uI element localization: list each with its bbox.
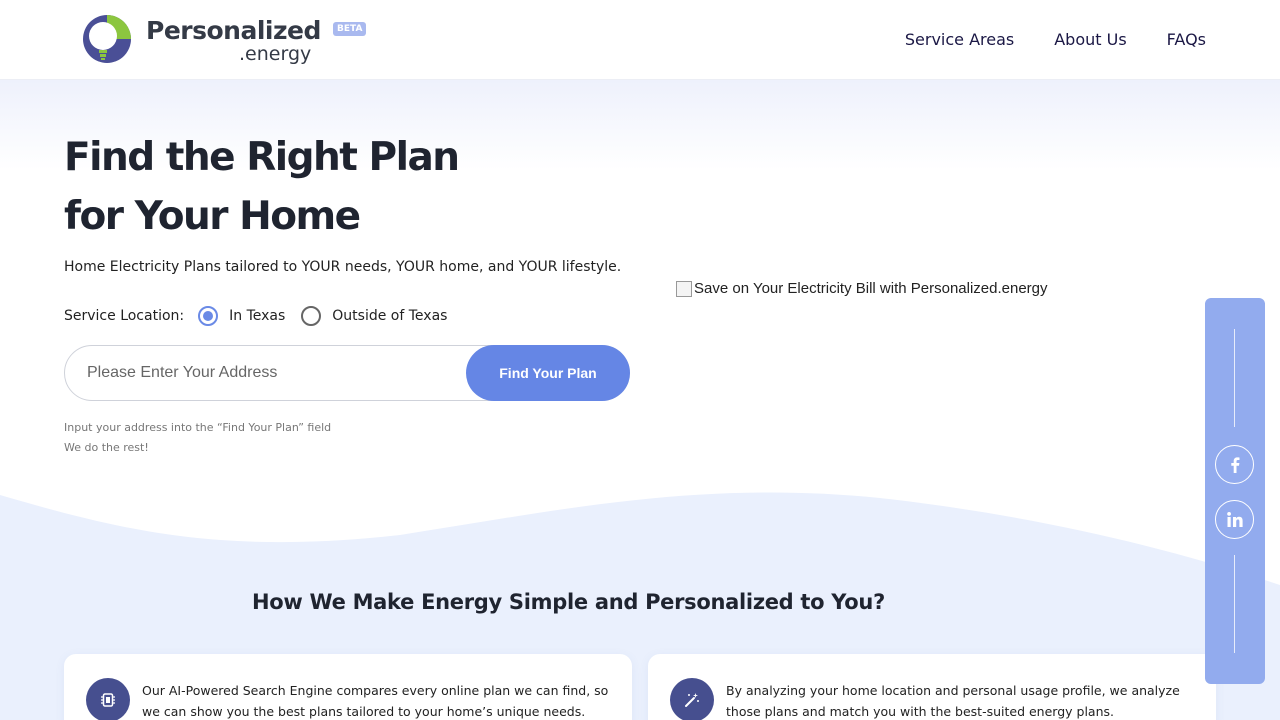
nav-faqs[interactable]: FAQs [1167,30,1206,49]
service-location-label: Service Location: [64,308,185,324]
broken-image-icon [676,280,692,297]
facebook-icon[interactable] [1215,445,1254,484]
hero-title-line1: Find the Right Plan [64,135,460,180]
radio-in-texas[interactable] [198,306,219,326]
hero-image-alt-text: Save on Your Electricity Bill with Perso… [694,280,1048,297]
address-hint: Input your address into the “Find Your P… [64,418,331,458]
facebook-glyph [1230,456,1239,473]
chip-glyph [101,693,115,707]
linkedin-glyph [1226,511,1243,527]
hero-title-line2: for Your Home [64,194,361,239]
radio-in-texas-label[interactable]: In Texas [229,308,285,324]
service-location-group: Service Location: In Texas Outside of Te… [64,306,463,326]
section-title: How We Make Energy Simple and Personaliz… [252,590,885,614]
site-header: Personalized .energy BETA Service Areas … [0,0,1280,80]
feature-card-ai-search: Our AI-Powered Search Engine compares ev… [64,654,632,720]
feature-card-matching: By analyzing your home location and pers… [648,654,1216,720]
hero-image: Save on Your Electricity Bill with Perso… [676,280,1048,297]
address-input[interactable] [87,346,457,400]
logo-subtitle: .energy [239,43,312,65]
logo[interactable]: Personalized .energy BETA [82,12,382,68]
hint-line1: Input your address into the “Find Your P… [64,421,332,434]
social-divider-top [1234,329,1235,427]
radio-dot [203,311,214,321]
nav-service-areas[interactable]: Service Areas [905,30,1014,49]
main-nav: Service Areas About Us FAQs [905,30,1206,49]
magic-wand-icon [670,678,714,720]
lightbulb-logo-icon [83,15,131,63]
radio-outside-texas-label[interactable]: Outside of Texas [332,308,447,324]
beta-badge: BETA [333,22,367,36]
feature-card-text: By analyzing your home location and pers… [726,683,1180,719]
magic-wand-glyph [685,693,699,707]
feature-card-text: Our AI-Powered Search Engine compares ev… [142,683,609,719]
address-search-box: Find Your Plan [64,345,630,401]
hero-title: Find the Right Plan for Your Home [64,128,460,246]
logo-wordmark: Personalized [146,16,321,45]
hero-subtitle: Home Electricity Plans tailored to YOUR … [64,259,622,275]
hint-line2: We do the rest! [64,441,149,454]
find-your-plan-button[interactable]: Find Your Plan [466,345,630,401]
linkedin-icon[interactable] [1215,500,1254,539]
social-sidebar [1205,298,1265,684]
chip-icon [86,678,130,720]
nav-about-us[interactable]: About Us [1054,30,1126,49]
social-divider-bottom [1234,555,1235,653]
radio-outside-texas[interactable] [301,306,322,326]
